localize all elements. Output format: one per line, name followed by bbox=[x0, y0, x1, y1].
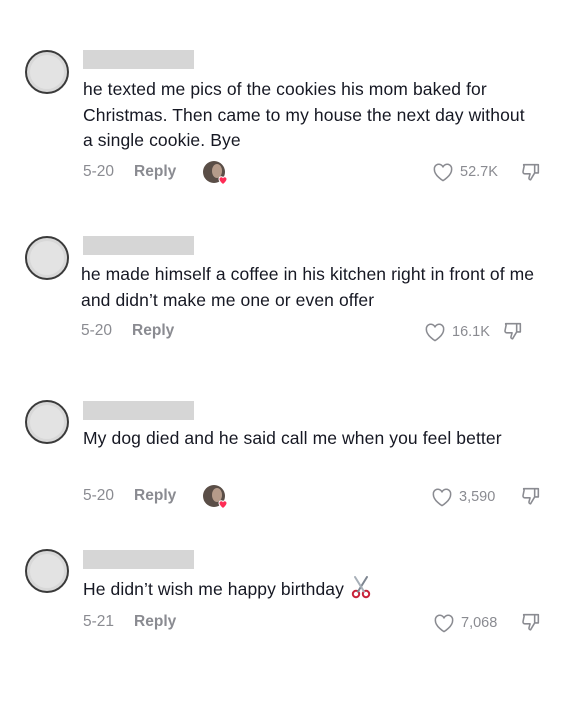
redacted-username bbox=[83, 550, 194, 569]
comment-date: 5-20 bbox=[83, 487, 115, 504]
comment-text: he made himself a coffee in his kitchen … bbox=[81, 264, 535, 310]
avatar[interactable] bbox=[25, 400, 69, 444]
comment-date: 5-21 bbox=[83, 613, 115, 630]
comment-meta: 5-20 Reply bbox=[83, 161, 176, 183]
thumbs-down-outline-icon[interactable] bbox=[520, 161, 542, 183]
reply-button[interactable]: Reply bbox=[134, 487, 176, 505]
like-count: 7,068 bbox=[461, 615, 498, 631]
comment-text: he texted me pics of the cookies his mom… bbox=[83, 79, 525, 150]
comment-date: 5-20 bbox=[81, 322, 113, 339]
comment-meta: 5-20 Reply bbox=[83, 485, 176, 507]
comment-meta: 5-21 Reply bbox=[83, 611, 176, 633]
like-button[interactable]: 7,068 bbox=[433, 611, 497, 635]
comment-text: He didn’t wish me happy birthday bbox=[83, 576, 533, 603]
avatar[interactable] bbox=[25, 549, 69, 593]
heart-outline-icon bbox=[434, 614, 454, 633]
like-button[interactable]: 52.7K bbox=[432, 160, 498, 184]
avatar[interactable] bbox=[25, 236, 69, 280]
reply-button[interactable]: Reply bbox=[132, 322, 174, 340]
avatar[interactable] bbox=[25, 50, 69, 94]
like-count: 16.1K bbox=[452, 324, 490, 340]
like-count: 52.7K bbox=[460, 164, 498, 180]
comment-text-content: He didn’t wish me happy birthday bbox=[83, 579, 344, 599]
like-button[interactable]: 16.1K bbox=[424, 320, 490, 344]
like-count: 3,590 bbox=[459, 489, 496, 505]
heart-outline-icon bbox=[425, 323, 445, 342]
comment-meta: 5-20 Reply bbox=[81, 320, 174, 342]
heart-outline-icon bbox=[432, 488, 452, 507]
scissors-emoji bbox=[351, 576, 371, 599]
redacted-username bbox=[83, 50, 194, 69]
thumbs-down-outline-icon[interactable] bbox=[520, 611, 542, 633]
redacted-username bbox=[83, 401, 194, 420]
comment-text: My dog died and he said call me when you… bbox=[83, 428, 502, 448]
heart-outline-icon bbox=[433, 163, 453, 182]
thumbs-down-outline-icon[interactable] bbox=[502, 320, 524, 342]
reply-button[interactable]: Reply bbox=[134, 163, 176, 181]
redacted-username bbox=[83, 236, 194, 255]
reply-button[interactable]: Reply bbox=[134, 613, 176, 631]
creator-liked-heart-icon bbox=[203, 161, 229, 187]
comment-date: 5-20 bbox=[83, 163, 115, 180]
creator-liked-heart-icon bbox=[203, 485, 229, 511]
thumbs-down-outline-icon[interactable] bbox=[520, 485, 542, 507]
like-button[interactable]: 3,590 bbox=[431, 485, 495, 509]
